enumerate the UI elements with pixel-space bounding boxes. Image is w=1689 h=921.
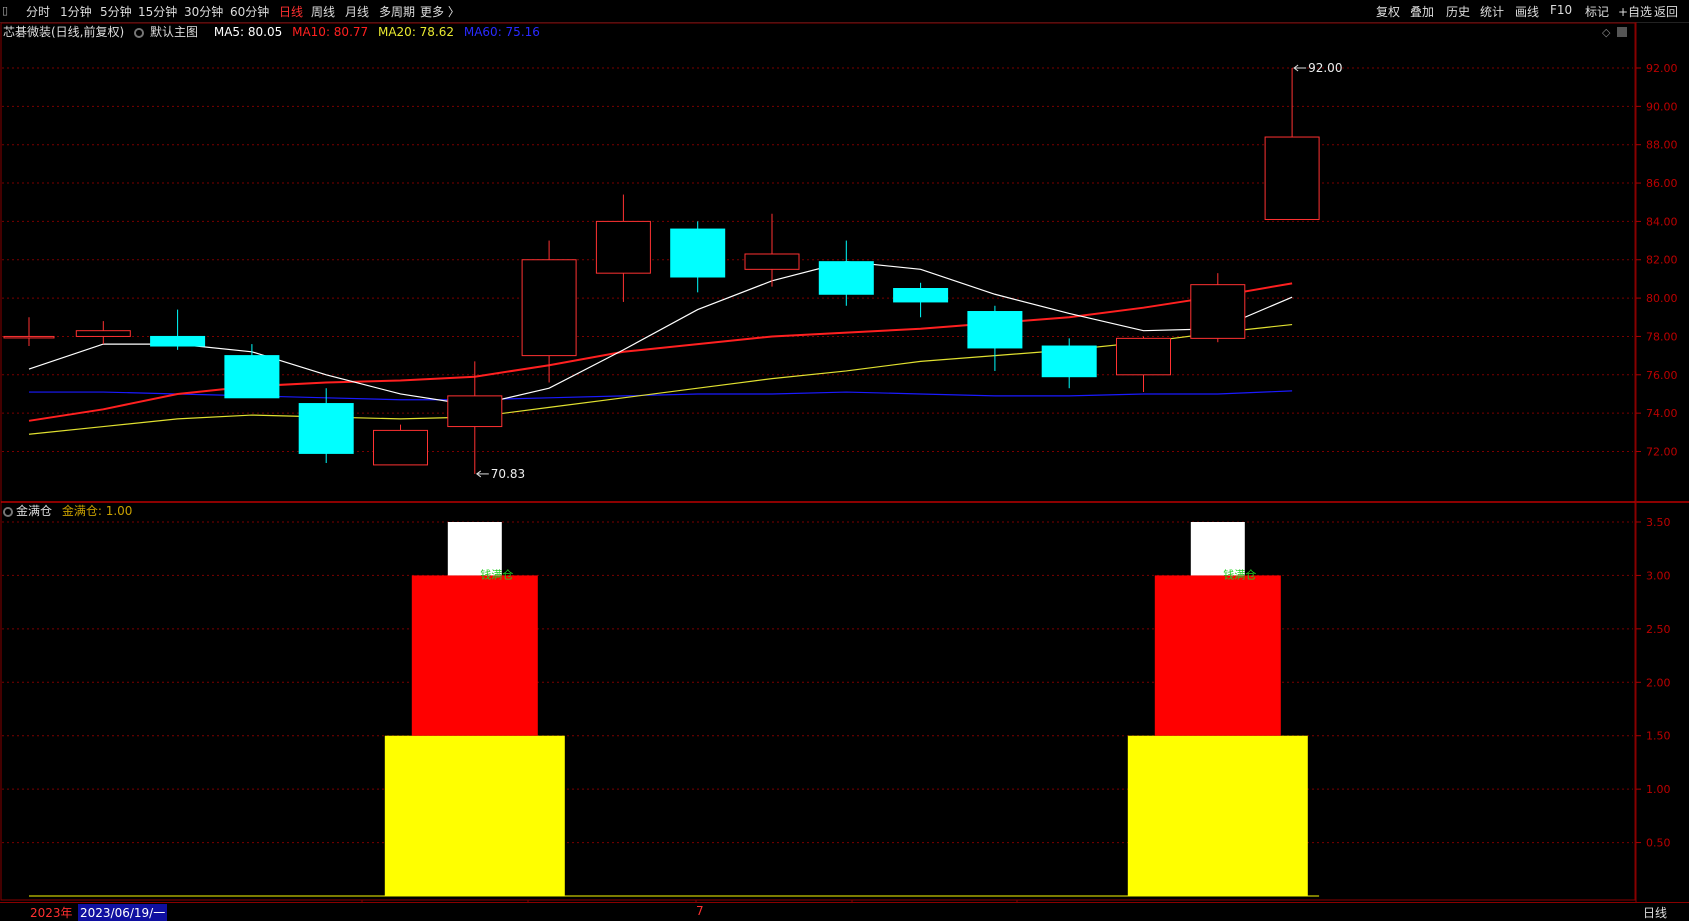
candle-body-down <box>224 355 280 399</box>
main-tick-label: 72.00 <box>1646 445 1678 458</box>
toolbar-period-6[interactable]: 日线 <box>279 3 303 20</box>
sub-tick-label: 3.50 <box>1646 516 1671 529</box>
toolbar-period-7[interactable]: 周线 <box>311 3 335 20</box>
year-label: 2023年 <box>30 906 73 920</box>
toolbar-period-1[interactable]: 1分钟 <box>60 3 92 20</box>
toolbar-action-3[interactable]: 统计 <box>1480 3 1504 20</box>
main-tick-label: 78.00 <box>1646 330 1678 343</box>
toolbar-period-4[interactable]: 30分钟 <box>184 3 223 20</box>
main-chart-frame <box>0 22 1636 503</box>
toolbar-menu-icon[interactable]: ▯ <box>2 4 16 17</box>
candle-body-up <box>373 429 428 466</box>
signal-white-block <box>447 522 502 576</box>
candle-body-down <box>1041 345 1097 378</box>
signal-red-block <box>1154 575 1281 736</box>
signal-yellow-block <box>384 735 565 896</box>
period-toolbar: ▯ 分时 1分钟 5分钟 15分钟 30分钟 60分钟 日线 周线 月线 多周期 更多 〉 复权 叠加历… <box>0 0 1689 23</box>
ma5-line <box>28 261 1293 407</box>
signal-label: 钱满仓 <box>480 567 513 581</box>
candle-body-up <box>521 259 577 357</box>
main-tick-label: 84.00 <box>1646 215 1678 228</box>
main-tick-label: 86.00 <box>1646 177 1678 190</box>
main-tick-label: 80.00 <box>1646 292 1678 305</box>
signal-label: 钱满仓 <box>1223 567 1256 581</box>
toolbar-action-4[interactable]: 画线 <box>1515 3 1539 20</box>
candle-body-up <box>447 395 503 428</box>
candle-body-up <box>1264 136 1320 220</box>
candle-body-up <box>595 220 651 274</box>
toolbar-period-10[interactable]: 更多 〉 <box>420 3 460 20</box>
sub-tick-label: 3.00 <box>1646 569 1671 582</box>
main-tick-label: 74.00 <box>1646 407 1678 420</box>
toolbar-period-0[interactable]: 分时 <box>26 3 50 20</box>
period-label[interactable]: 日线 <box>1643 904 1667 921</box>
candle-body-up <box>75 330 131 337</box>
toolbar-action-8[interactable]: 返回 <box>1654 3 1678 20</box>
toolbar-action-6[interactable]: 标记 <box>1585 3 1609 20</box>
sub-chart-frame <box>0 501 1636 901</box>
candle-body-up <box>3 335 55 339</box>
ma60-line <box>29 390 1293 401</box>
toolbar-action-7[interactable]: +自选 <box>1618 3 1652 20</box>
sub-tick-label: 2.50 <box>1646 623 1671 636</box>
signal-white-block <box>1190 522 1245 576</box>
chart-canvas[interactable]: 72.00 74.00 76.00 78.00 80.00 82.00 84.00 86.00… <box>0 22 1689 902</box>
main-tick-label: 90.00 <box>1646 100 1678 113</box>
main-tick-label: 92.00 <box>1646 62 1678 75</box>
sub-tick-label: 0.50 <box>1646 837 1671 850</box>
toolbar-period-2[interactable]: 5分钟 <box>100 3 132 20</box>
candle-body-up <box>744 253 800 270</box>
cursor-date-label: 2023/06/19/一 <box>78 904 168 921</box>
month-marker: 7 <box>696 904 704 918</box>
candle-body-down <box>818 261 874 295</box>
time-axis-bar: 2023年 2023/06/19/一 7 <box>0 902 1689 921</box>
sub-tick-label: 1.50 <box>1646 730 1671 743</box>
candle-body-up <box>1190 284 1246 339</box>
toolbar-period-5[interactable]: 60分钟 <box>230 3 269 20</box>
toolbar-period-8[interactable]: 月线 <box>345 3 369 20</box>
main-tick-label: 76.00 <box>1646 369 1678 382</box>
annotation-label: 70.83 <box>491 467 525 481</box>
annotation-label: 92.00 <box>1308 61 1342 75</box>
candle-body-down <box>893 288 949 303</box>
candle-body-up <box>1116 337 1171 376</box>
ma20-line <box>28 323 1293 435</box>
toolbar-action-2[interactable]: 历史 <box>1446 3 1470 20</box>
sub-tick-label: 1.00 <box>1646 783 1671 796</box>
signal-red-block <box>411 575 538 736</box>
sub-tick-label: 2.00 <box>1646 676 1671 689</box>
toolbar-period-9[interactable]: 多周期 <box>379 3 415 20</box>
candle-body-down <box>967 311 1023 349</box>
diamond-icon: ◇ <box>1602 26 1611 39</box>
signal-yellow-block <box>1127 735 1308 896</box>
toolbar-action-1[interactable]: 叠加 <box>1410 3 1434 20</box>
toolbar-period-3[interactable]: 15分钟 <box>138 3 177 20</box>
main-tick-label: 88.00 <box>1646 139 1678 152</box>
main-tick-label: 82.00 <box>1646 254 1678 267</box>
square-icon <box>1617 27 1627 37</box>
candle-body-down <box>298 403 354 454</box>
candle-body-down <box>150 335 206 347</box>
candle-body-down <box>670 228 726 278</box>
ma10-line <box>28 282 1293 422</box>
toolbar-action-0[interactable]: 复权 <box>1376 3 1400 20</box>
toolbar-action-5[interactable]: F10 <box>1550 3 1572 17</box>
